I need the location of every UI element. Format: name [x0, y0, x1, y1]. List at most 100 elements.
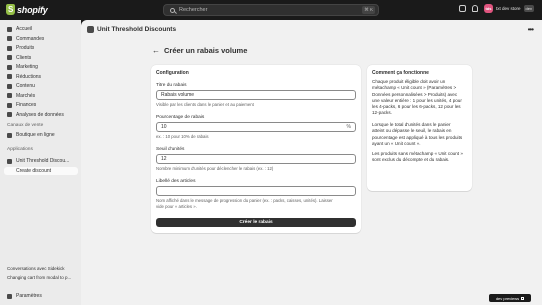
info-paragraph-1: Chaque produit éligible doit avoir un mé… [372, 79, 462, 117]
info-line: 12-packs. [372, 110, 392, 116]
sidebar-item-produits[interactable]: Produits [4, 44, 78, 52]
recent-conversation-link[interactable]: Changing cart from modal to p... [7, 275, 71, 280]
app-icon [7, 158, 12, 164]
app-title: Unit Threshold Discounts [97, 26, 177, 33]
sidebar-item-contenu[interactable]: Contenu [4, 82, 78, 90]
create-discount-button[interactable]: Créer le rabais [156, 218, 356, 227]
shopify-logo[interactable]: shopify [6, 4, 48, 15]
configuration-card: Configuration Titre du rabais Rabais vol… [151, 65, 361, 233]
logo-text: shopify [17, 4, 48, 15]
sidebar-item-label: Clients [16, 54, 32, 61]
threshold-help: Nombre minimum d'unités pour déclencher … [156, 166, 274, 171]
discount-title-field[interactable]: Rabais volume [156, 90, 356, 100]
sidebar-item-label: Analyses de données [16, 111, 64, 118]
sidebar-item-marches[interactable]: Marchés [4, 92, 78, 100]
sidebar-item-accueil[interactable]: Accueil [4, 25, 78, 33]
store-icon [7, 132, 12, 138]
sidebar-item-clients[interactable]: Clients [4, 54, 78, 62]
more-actions-button[interactable]: ••• [528, 25, 534, 34]
percent-field[interactable]: 10 % [156, 122, 356, 132]
dev-previews-label: dev previews [495, 295, 520, 301]
top-right-actions: tds txt dev store dev [459, 4, 534, 13]
card-title: Comment ça fonctionne [372, 70, 429, 76]
sidebar-item-label: Finances [16, 102, 37, 108]
store-name: txt dev store [496, 6, 521, 11]
percent-help: ex. : 10 pour 10% de rabais [156, 134, 209, 139]
sidebar-item-label: Boutique en ligne [16, 132, 55, 138]
page-title: Créer un rabais volume [164, 46, 248, 55]
how-it-works-card: Comment ça fonctionne Chaque produit éli… [367, 65, 472, 191]
sidebar-item-label: Produits [16, 45, 35, 51]
search-bar[interactable]: Rechercher ⌘ K [163, 4, 379, 16]
back-arrow-icon[interactable]: ← [152, 46, 160, 55]
search-icon [170, 7, 175, 13]
sidebar-item-label: Commandes [16, 35, 45, 42]
bell-icon[interactable] [472, 5, 479, 12]
info-line: Données personnalisées > Produits) avec [372, 91, 458, 97]
item-label-label: Libellé des articles [156, 179, 196, 184]
discount-title-value: Rabais volume [161, 92, 195, 98]
globe-icon [7, 93, 12, 98]
gear-icon [7, 293, 12, 299]
top-bar: shopify Rechercher ⌘ K tds txt dev store… [0, 0, 542, 20]
apps-heading[interactable]: Applications [7, 147, 33, 152]
sidebar-item-finances[interactable]: Finances [4, 101, 78, 109]
tag-icon [7, 45, 12, 51]
sidebar-item-label: Marchés [16, 92, 36, 99]
sidebar-item-label: Accueil [16, 26, 33, 32]
item-label-help-line-2: vide pour « articles ». [156, 204, 197, 209]
info-paragraph-3: Les produits sans métachamp « Unit count… [372, 151, 463, 164]
sidebar: Accueil Commandes Produits Clients Marke… [0, 20, 81, 305]
threshold-value: 12 [161, 156, 167, 162]
sidebar-item-reductions[interactable]: Réductions [4, 73, 78, 81]
info-line: pourcentage est appliqué à tous les prod… [372, 134, 463, 140]
card-title: Configuration [156, 70, 189, 76]
threshold-field[interactable]: 12 [156, 154, 356, 164]
sidebar-item-app[interactable]: Unit Threshold Discou... [4, 157, 78, 165]
sidebar-item-label: Create discount [16, 167, 52, 174]
shopify-bag-icon [6, 4, 15, 15]
sidebar-item-label: Contenu [16, 83, 35, 89]
sidekick-icon[interactable] [459, 5, 467, 12]
discount-title-label: Titre du rabais [156, 83, 187, 88]
info-paragraph-2: Lorsque le total d'unités dans le panier… [372, 122, 462, 147]
sidebar-item-analyses[interactable]: Analyses de données [4, 111, 78, 119]
person-icon [7, 55, 12, 60]
threshold-label: Seuil d'unités [156, 147, 185, 152]
home-icon [7, 26, 12, 32]
dev-previews-bar[interactable]: dev previews [489, 294, 531, 302]
item-label-field[interactable] [156, 186, 356, 196]
sidebar-item-label: Paramètres [16, 293, 42, 299]
target-icon [7, 64, 12, 70]
store-dev-tag: dev [523, 5, 534, 12]
app-icon [87, 26, 94, 33]
page-header: ← Créer un rabais volume [152, 46, 247, 55]
percent-value: 10 [161, 124, 167, 130]
info-line: sont exclus du décompte et du rabais. [372, 157, 450, 163]
sidebar-item-label: Réductions [16, 73, 42, 80]
info-line: ayant un « Unit count ». [372, 140, 421, 146]
sidebar-item-label: Unit Threshold Discou... [16, 158, 70, 164]
discount-title-help: Visible par les clients dans le panier e… [156, 102, 254, 107]
sidebar-item-label: Marketing [16, 64, 38, 70]
search-shortcut: ⌘ K [362, 6, 375, 14]
discount-icon [7, 74, 12, 79]
search-placeholder: Rechercher [179, 7, 208, 13]
content-icon [7, 83, 12, 89]
sidebar-item-marketing[interactable]: Marketing [4, 63, 78, 71]
percent-suffix: % [346, 124, 351, 130]
sidebar-item-online-store[interactable]: Boutique en ligne [4, 131, 78, 139]
main-content: Unit Threshold Discounts ••• ← Créer un … [81, 20, 542, 305]
info-line: métachamp « Unit count » (Paramètres > [372, 85, 457, 91]
app-header: Unit Threshold Discounts ••• [81, 20, 542, 40]
bank-icon [7, 102, 12, 108]
expand-icon [521, 296, 525, 300]
sales-channels-heading[interactable]: Canaux de vente [7, 123, 43, 128]
info-line: atteint ou dépasse le seuil, le rabais e… [372, 128, 452, 134]
percent-label: Pourcentage de rabais [156, 115, 205, 120]
sidebar-item-settings[interactable]: Paramètres [4, 292, 78, 300]
store-menu[interactable]: tds txt dev store dev [484, 4, 534, 13]
sidebar-item-commandes[interactable]: Commandes [4, 35, 78, 43]
sidekick-conversations-link[interactable]: Conversations avec Sidekick [7, 266, 65, 271]
sidebar-item-create-discount[interactable]: Create discount [4, 166, 78, 175]
